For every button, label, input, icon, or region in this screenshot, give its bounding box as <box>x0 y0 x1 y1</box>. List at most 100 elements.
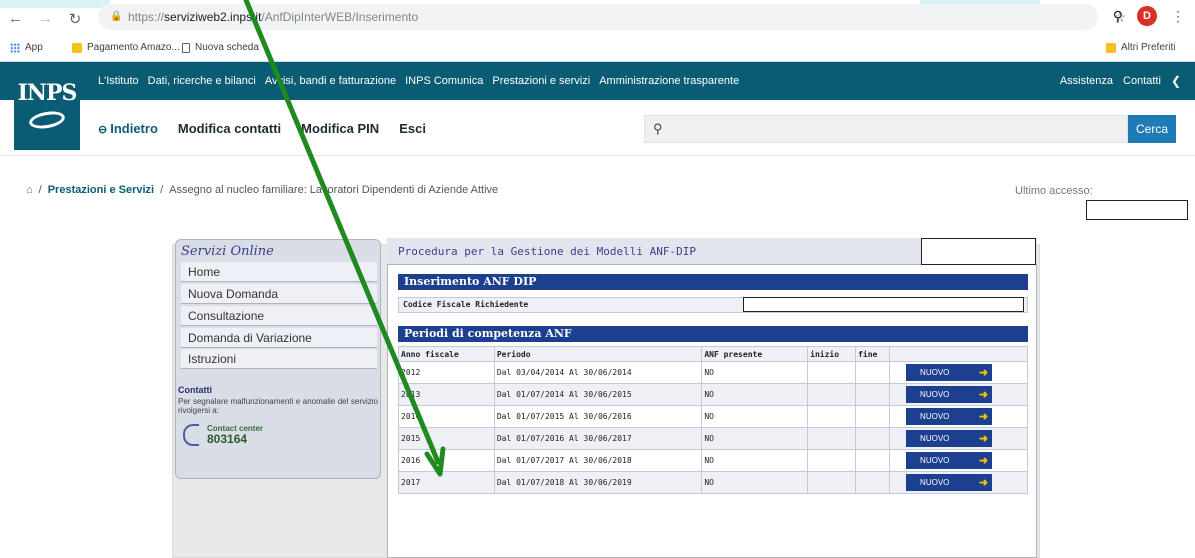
reload-icon[interactable]: ↻ <box>68 10 82 28</box>
nav-trasparente[interactable]: Amministrazione trasparente <box>599 75 739 87</box>
address-bar[interactable]: 🔒 https://serviziweb2.inps.it/AnfDipInte… <box>98 4 1126 30</box>
cell-action: NUOVO ➜ <box>889 427 1028 450</box>
bookmark-apps[interactable]: App <box>10 42 43 53</box>
bookmarks-bar: App Pagamento Amazo... Nuova scheda Altr… <box>0 36 1195 62</box>
cell-inizio <box>807 405 857 428</box>
logo-swirl-icon <box>27 108 67 132</box>
modifica-contatti-link[interactable]: Modifica contatti <box>178 121 281 136</box>
amazon-icon <box>72 42 82 53</box>
arrow-right-icon: ➜ <box>978 455 989 467</box>
nuovo-button[interactable]: NUOVO ➜ <box>906 452 993 469</box>
bookmark-label: Pagamento Amazo... <box>87 42 180 53</box>
browser-nav: ← → ↻ <box>8 10 82 28</box>
table-row: 2013 Dal 01/07/2014 Al 30/06/2015 NO NUO… <box>398 383 1028 406</box>
home-icon[interactable]: ⌂ <box>26 184 33 196</box>
search-icon[interactable]: ⚲ <box>1113 8 1123 25</box>
nav-avvisi[interactable]: Avvisi, bandi e fatturazione <box>265 75 396 87</box>
last-access-label: Ultimo accesso: <box>1015 185 1093 197</box>
top-nav: L'Istituto Dati, ricerche e bilanci Avvi… <box>98 62 739 100</box>
nuovo-label: NUOVO <box>920 456 950 465</box>
arrow-right-icon: ➜ <box>978 411 989 423</box>
breadcrumb-section[interactable]: Prestazioni e Servizi <box>48 184 154 196</box>
nav-comunica[interactable]: INPS Comunica <box>405 75 483 87</box>
periods-table: Anno fiscale Periodo ANF presente inizio… <box>398 346 1028 494</box>
screenshot-root: { "browser": { "url_host": "serviziweb2.… <box>0 0 1195 558</box>
contact-center-number: 803164 <box>207 432 248 446</box>
breadcrumb-page: Assegno al nucleo familiare: Lavoratori … <box>169 184 499 196</box>
sidebar-item-nuova-domanda[interactable]: Nuova Domanda <box>181 284 377 304</box>
cell-periodo: Dal 03/04/2014 Al 30/06/2014 <box>493 361 703 384</box>
nav-istituto[interactable]: L'Istituto <box>98 75 139 87</box>
cell-presente: NO <box>701 471 809 494</box>
codice-fiscale-value-redacted <box>743 297 1024 312</box>
cell-periodo: Dal 01/07/2015 Al 30/06/2016 <box>493 405 703 428</box>
cell-action: NUOVO ➜ <box>889 405 1028 428</box>
table-row: 2014 Dal 01/07/2015 Al 30/06/2016 NO NUO… <box>398 405 1028 428</box>
top-nav-right: Assistenza Contatti ❮ <box>1060 62 1181 100</box>
cell-fine <box>855 471 891 494</box>
contacts-text: Per segnalare malfunzionamenti e anomali… <box>178 397 378 415</box>
nuovo-button[interactable]: NUOVO ➜ <box>906 364 993 381</box>
nuovo-button[interactable]: NUOVO ➜ <box>906 430 993 447</box>
bookmark-label: Altri Preferiti <box>1121 42 1176 53</box>
table-row: 2016 Dal 01/07/2017 Al 30/06/2018 NO NUO… <box>398 449 1028 472</box>
avatar[interactable]: D <box>1137 6 1157 26</box>
cell-inizio <box>807 471 857 494</box>
nuovo-button[interactable]: NUOVO ➜ <box>906 408 993 425</box>
nav-contatti[interactable]: Contatti <box>1123 75 1161 87</box>
nav-assistenza[interactable]: Assistenza <box>1060 75 1113 87</box>
nuovo-label: NUOVO <box>920 412 950 421</box>
sidebar-item-home[interactable]: Home <box>181 262 377 282</box>
search-input[interactable]: ⚲ <box>644 115 1128 143</box>
sidebar-item-variazione[interactable]: Domanda di Variazione <box>181 328 377 348</box>
col-periodo: Periodo <box>493 346 703 362</box>
tab-strip-edge <box>0 0 110 8</box>
inps-logo[interactable]: INPS <box>14 68 80 150</box>
cell-fine <box>855 405 891 428</box>
cell-action: NUOVO ➜ <box>889 383 1028 406</box>
cell-fine <box>855 383 891 406</box>
col-fine: fine <box>855 346 891 362</box>
lock-icon: 🔒 <box>110 11 123 22</box>
kebab-menu-icon[interactable]: ⋮ <box>1171 8 1185 25</box>
cell-presente: NO <box>701 361 809 384</box>
col-action <box>889 346 1028 362</box>
nuovo-label: NUOVO <box>920 478 950 487</box>
cell-fine <box>855 427 891 450</box>
nuovo-button[interactable]: NUOVO ➜ <box>906 386 993 403</box>
url-prefix: https:// <box>128 10 165 24</box>
esci-link[interactable]: Esci <box>399 121 426 136</box>
nuovo-button[interactable]: NUOVO ➜ <box>906 474 993 491</box>
forward-arrow-icon[interactable]: → <box>38 10 53 28</box>
cell-presente: NO <box>701 405 809 428</box>
cell-anno: 2012 <box>398 361 495 384</box>
arrow-right-icon: ➜ <box>978 367 989 379</box>
cell-fine <box>855 361 891 384</box>
cell-presente: NO <box>701 427 809 450</box>
bookmark-new-tab[interactable]: Nuova scheda <box>182 42 259 53</box>
nav-dati[interactable]: Dati, ricerche e bilanci <box>148 75 256 87</box>
breadcrumb-separator: / <box>160 184 164 196</box>
url-host: serviziweb2.inps.it <box>164 10 262 24</box>
cell-anno: 2013 <box>398 383 495 406</box>
contacts-title: Contatti <box>178 385 212 395</box>
nav-prestazioni[interactable]: Prestazioni e servizi <box>492 75 590 87</box>
search-button[interactable]: Cerca <box>1128 115 1176 143</box>
back-arrow-icon[interactable]: ← <box>8 10 23 28</box>
bookmark-label: Nuova scheda <box>195 42 259 53</box>
share-icon[interactable]: ❮ <box>1171 74 1181 88</box>
phone-icon <box>183 424 199 446</box>
cell-inizio <box>807 449 857 472</box>
back-link[interactable]: ⊖ Indietro <box>98 121 158 136</box>
bookmark-amazon[interactable]: Pagamento Amazo... <box>72 42 180 53</box>
modifica-pin-link[interactable]: Modifica PIN <box>301 121 379 136</box>
nuovo-label: NUOVO <box>920 368 950 377</box>
bookmark-other[interactable]: Altri Preferiti <box>1106 42 1175 53</box>
cell-action: NUOVO ➜ <box>889 449 1028 472</box>
breadcrumb-separator: / <box>38 184 42 196</box>
sidebar-item-istruzioni[interactable]: Istruzioni <box>181 349 377 369</box>
sidebar-item-consultazione[interactable]: Consultazione <box>181 306 377 326</box>
section-inserimento: Inserimento ANF DIP <box>398 274 1028 290</box>
cell-periodo: Dal 01/07/2016 Al 30/06/2017 <box>493 427 703 450</box>
cell-fine <box>855 449 891 472</box>
